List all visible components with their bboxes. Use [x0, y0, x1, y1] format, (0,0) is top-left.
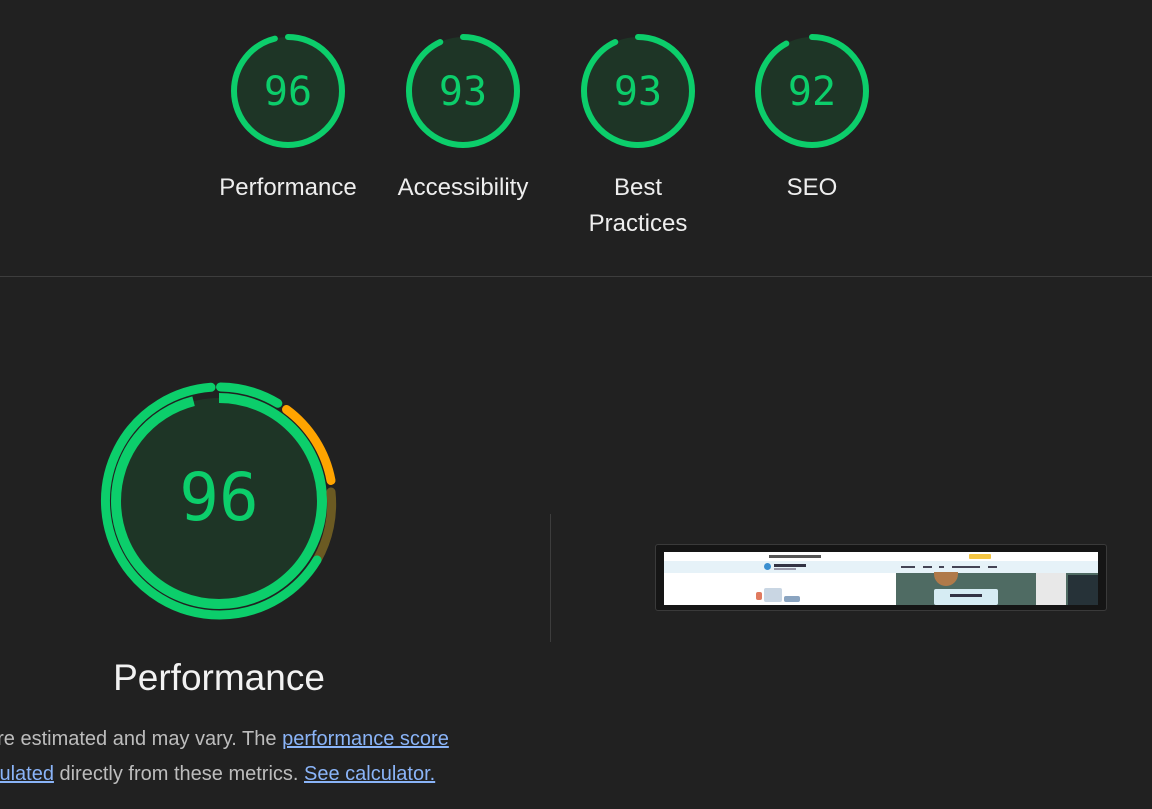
gauge-best-practices-label: Best Practices — [588, 174, 688, 237]
gauge-seo-label: SEO — [786, 174, 838, 201]
final-screenshot[interactable] — [655, 544, 1107, 611]
calculated-link[interactable]: lculated — [0, 763, 54, 785]
gauge-performance[interactable]: 96 Performance — [218, 33, 358, 206]
gauge-accessibility-label: Accessibility — [397, 174, 529, 201]
see-calculator-link[interactable]: See calculator. — [304, 763, 435, 785]
description-line-2: lculated directly from these metrics. Se… — [0, 757, 546, 792]
gauge-seo[interactable]: 92 SEO — [742, 33, 882, 206]
gauge-best-practices-ring: 93 — [581, 34, 695, 148]
performance-description: are estimated and may vary. The performa… — [0, 722, 546, 792]
description-line-1: are estimated and may vary. The performa… — [0, 728, 449, 750]
gauge-seo-score: 92 — [788, 69, 836, 115]
gauge-accessibility-score: 93 — [439, 69, 487, 115]
performance-score-link[interactable]: performance score — [282, 728, 449, 750]
gauge-best-practices[interactable]: 93 Best Practices — [568, 33, 708, 242]
thumb-logo-icon — [764, 563, 771, 570]
performance-gauge-large: 96 — [101, 382, 337, 620]
final-screenshot-image — [664, 552, 1098, 605]
gauge-best-practices-score: 93 — [614, 69, 662, 115]
gauge-accessibility[interactable]: 93 Accessibility — [393, 33, 533, 206]
gauge-performance-label: Performance — [219, 174, 357, 201]
section-divider — [0, 276, 1152, 277]
performance-gauge-score: 96 — [179, 459, 258, 536]
vertical-separator — [550, 514, 551, 642]
gauge-performance-ring: 96 — [231, 34, 345, 148]
lighthouse-report: 96 Performance 93 Accessibility 93 Best … — [0, 0, 1152, 809]
gauge-seo-ring: 92 — [755, 34, 869, 148]
gauge-performance-score: 96 — [264, 69, 312, 115]
performance-title: Performance — [113, 657, 325, 698]
gauge-accessibility-ring: 93 — [406, 34, 520, 148]
